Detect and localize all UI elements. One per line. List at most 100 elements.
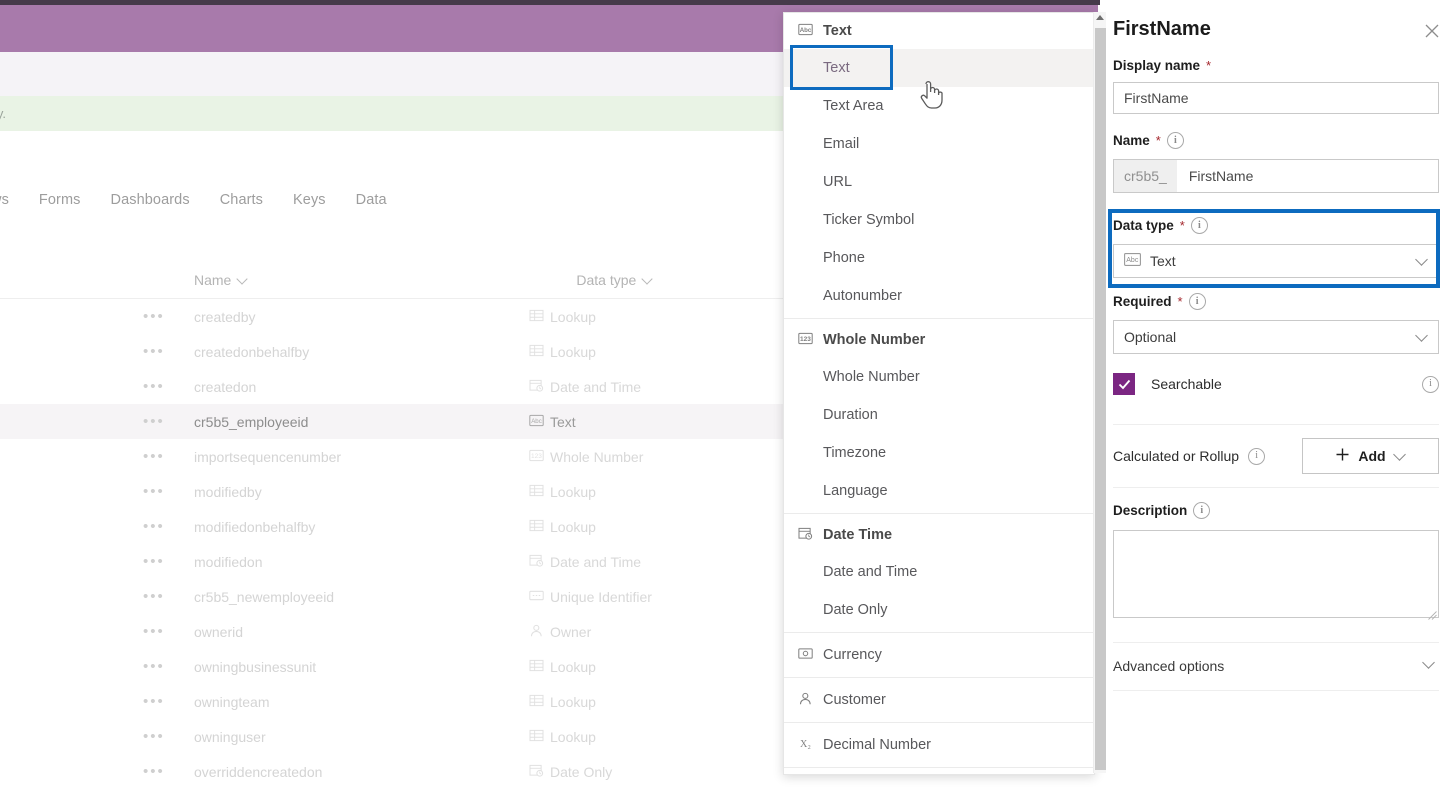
scrollbar-thumb[interactable]: [1095, 28, 1106, 770]
close-icon[interactable]: [1423, 22, 1441, 40]
dropdown-separator: [784, 722, 1094, 723]
row-more-actions-icon[interactable]: •••: [143, 729, 169, 744]
display-name-input[interactable]: FirstName: [1113, 82, 1439, 114]
dropdown-item[interactable]: URL: [784, 163, 1094, 201]
dropdown-separator: [784, 677, 1094, 678]
tab-keys[interactable]: Keys: [293, 192, 326, 208]
number-icon: 123: [529, 449, 544, 465]
row-more-actions-icon[interactable]: •••: [143, 694, 169, 709]
tab-data[interactable]: Data: [356, 192, 387, 208]
row-more-actions-icon[interactable]: •••: [143, 589, 169, 604]
dropdown-item-label: Date and Time: [823, 564, 918, 580]
row-more-actions-icon[interactable]: •••: [143, 379, 169, 394]
lookup-icon: [529, 519, 544, 535]
display-name-field: Display name * FirstName: [1113, 58, 1439, 114]
description-textarea[interactable]: [1113, 530, 1439, 620]
dropdown-item[interactable]: Ticker Symbol: [784, 201, 1094, 239]
row-more-actions-icon[interactable]: •••: [143, 659, 169, 674]
data-type-dropdown-menu[interactable]: Abc Text Text Text Area Email URL Ticker Symbo…: [783, 12, 1095, 775]
row-more-actions-icon[interactable]: •••: [143, 344, 169, 359]
advanced-options-toggle[interactable]: Advanced options: [1113, 644, 1439, 688]
name-input[interactable]: cr5b5_ FirstName: [1113, 159, 1439, 193]
searchable-checkbox[interactable]: [1113, 373, 1135, 395]
info-icon[interactable]: i: [1190, 217, 1208, 234]
row-more-actions-icon[interactable]: •••: [143, 449, 169, 464]
svg-text:123: 123: [800, 335, 811, 342]
dropdown-group-label: Customer: [823, 692, 886, 708]
dropdown-group-header[interactable]: Currency: [784, 636, 1094, 674]
row-name: modifiedby: [194, 483, 262, 500]
datetime-icon: [798, 527, 813, 544]
dropdown-item[interactable]: Duration: [784, 396, 1094, 434]
tab-dashboards[interactable]: Dashboards: [111, 192, 190, 208]
display-name-value: FirstName: [1124, 90, 1189, 106]
tab-views[interactable]: Views: [0, 192, 9, 208]
abc-icon: Abc: [798, 23, 813, 40]
row-more-actions-icon[interactable]: •••: [143, 414, 169, 429]
add-button[interactable]: Add: [1302, 438, 1439, 474]
row-more-actions-icon[interactable]: •••: [143, 764, 169, 779]
dropdown-group-header[interactable]: Customer: [784, 681, 1094, 719]
dropdown-group-header: Abc Text: [784, 13, 1094, 49]
name-value: FirstName: [1188, 168, 1254, 184]
datetime-icon: [529, 379, 544, 395]
dropdown-item[interactable]: Phone: [784, 239, 1094, 277]
row-more-actions-icon[interactable]: •••: [143, 554, 169, 569]
dropdown-item[interactable]: Email: [784, 125, 1094, 163]
row-name: importsequencenumber: [194, 448, 342, 465]
tab-forms[interactable]: Forms: [39, 192, 81, 208]
required-select[interactable]: Optional: [1113, 320, 1439, 354]
entity-tabs[interactable]: Views Forms Dashboards Charts Keys Data: [0, 192, 387, 208]
row-data-type: Lookup: [529, 519, 596, 535]
row-more-actions-icon[interactable]: •••: [143, 484, 169, 499]
row-data-type-label: Date and Time: [550, 553, 642, 570]
row-data-type-label: Lookup: [550, 308, 596, 325]
info-icon[interactable]: i: [1166, 132, 1184, 149]
row-name: createdon: [194, 378, 257, 395]
row-data-type-label: Owner: [550, 623, 592, 640]
tab-charts[interactable]: Charts: [220, 192, 263, 208]
divider: [1113, 424, 1439, 425]
dropdown-item[interactable]: Autonumber: [784, 277, 1094, 315]
resize-grip-icon[interactable]: [1428, 607, 1437, 620]
dropdown-group-header[interactable]: File: [784, 771, 1094, 774]
name-label: Name * i: [1113, 132, 1439, 149]
dropdown-item-label: URL: [823, 174, 853, 190]
person-icon: [529, 624, 544, 640]
column-header-data-type[interactable]: Data type: [576, 272, 653, 288]
row-name: createdby: [194, 308, 256, 325]
dropdown-group-header[interactable]: X₂ Decimal Number: [784, 726, 1094, 764]
required-value: Optional: [1124, 329, 1177, 345]
dropdown-item[interactable]: Timezone: [784, 434, 1094, 472]
info-icon[interactable]: i: [1193, 502, 1211, 519]
required-field: Required * i Optional: [1113, 293, 1439, 354]
row-data-type: Lookup: [529, 729, 596, 745]
add-button-label: Add: [1358, 448, 1386, 464]
dropdown-item[interactable]: Date and Time: [784, 553, 1094, 591]
scroll-up-arrow-icon[interactable]: [1096, 15, 1104, 20]
info-icon[interactable]: i: [1248, 447, 1266, 465]
datetime-icon: [529, 554, 544, 570]
calculated-or-rollup-label: Calculated or Rollup: [1113, 448, 1240, 464]
row-more-actions-icon[interactable]: •••: [143, 624, 169, 639]
data-type-field: Data type * i Abc Text: [1113, 217, 1439, 278]
data-type-select[interactable]: Abc Text: [1113, 244, 1439, 278]
dropdown-scrollbar[interactable]: [1093, 12, 1107, 773]
info-icon[interactable]: i: [1188, 293, 1206, 310]
row-data-type: Unique Identifier: [529, 589, 652, 605]
dropdown-item[interactable]: Date Only: [784, 591, 1094, 629]
row-more-actions-icon[interactable]: •••: [143, 519, 169, 534]
row-more-actions-icon[interactable]: •••: [143, 309, 169, 324]
dropdown-item-label: Ticker Symbol: [823, 212, 915, 228]
dropdown-item-label: Text Area: [823, 98, 884, 114]
info-icon[interactable]: i: [1422, 375, 1439, 393]
column-header-name[interactable]: Name: [194, 272, 248, 288]
chevron-down-icon: [1416, 331, 1428, 343]
dropdown-item[interactable]: Whole Number: [784, 358, 1094, 396]
display-name-label-text: Display name: [1113, 58, 1201, 73]
row-name: ownerid: [194, 623, 244, 640]
dropdown-item[interactable]: Language: [784, 472, 1094, 510]
number-icon: 123: [798, 332, 813, 349]
person-icon: [798, 692, 813, 709]
dropdown-item-label: Language: [823, 483, 888, 499]
